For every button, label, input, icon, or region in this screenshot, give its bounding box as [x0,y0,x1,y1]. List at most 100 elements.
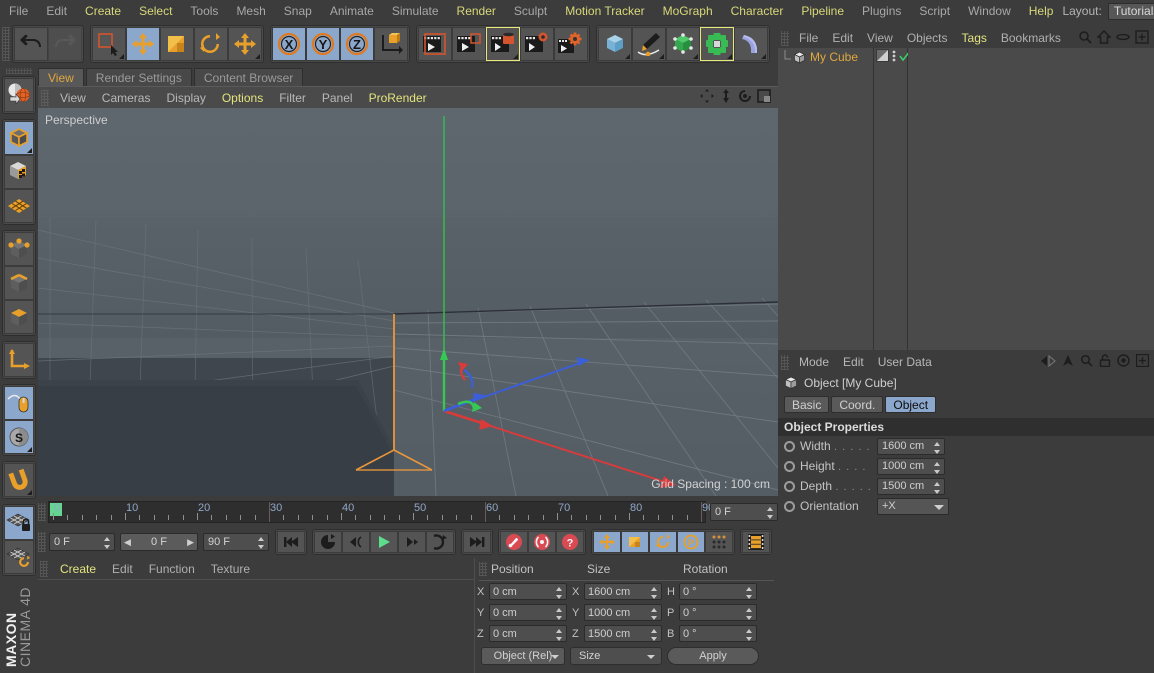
menu-mograph[interactable]: MoGraph [654,0,722,22]
size-field-x[interactable]: 1600 cm [584,583,662,600]
timeline-grip[interactable] [38,503,46,521]
menu-window[interactable]: Window [959,0,1020,22]
live-selection-button[interactable] [92,27,126,61]
play-loop-button[interactable] [314,531,342,553]
object-manager-menu-bookmarks[interactable]: Bookmarks [994,28,1068,48]
pen-spline-button[interactable] [632,27,666,61]
axis-modify-button[interactable] [4,343,34,377]
size-field-y[interactable]: 1000 cm [584,604,662,621]
apply-button[interactable]: Apply [667,647,759,665]
scale-tool-button[interactable] [160,27,194,61]
record-scale-button[interactable] [621,531,649,553]
ellipse-icon[interactable] [1116,30,1130,47]
world-coordinates-button[interactable] [374,27,408,61]
property-select-orientation[interactable]: +X [877,497,949,515]
attribute-manager-grip[interactable] [781,354,789,370]
viewport-menu-filter[interactable]: Filter [271,87,314,109]
rotate-camera-icon[interactable] [737,88,753,107]
workplane-button[interactable]: S [4,420,34,454]
lock-workplane-button[interactable] [4,506,34,540]
spinner-icon[interactable] [651,587,658,599]
menu-simulate[interactable]: Simulate [383,0,448,22]
menu-character[interactable]: Character [722,0,793,22]
point-mode-button[interactable] [4,232,34,266]
texture-tag-icon[interactable] [876,49,889,65]
attribute-menu-user-data[interactable]: User Data [871,352,939,372]
maximize-viewport-icon[interactable] [756,88,772,107]
viewport-tab-render-settings[interactable]: Render Settings [85,68,192,86]
menu-edit[interactable]: Edit [37,0,76,22]
attribute-tab-object[interactable]: Object [885,395,937,413]
edge-mode-button[interactable] [4,266,34,300]
menu-select[interactable]: Select [130,0,181,22]
menu-file[interactable]: File [0,0,37,22]
timeline-filmstrip-button[interactable] [742,531,770,553]
menu-help[interactable]: Help [1020,0,1063,22]
spinner-icon[interactable] [934,441,941,454]
lock-icon[interactable] [1099,354,1111,370]
play-button[interactable] [370,531,398,553]
property-field-width[interactable]: 1600 cm [877,437,945,455]
start-frame-field[interactable]: 0 F [49,533,115,551]
spinner-icon[interactable] [934,481,941,494]
position-field-x[interactable]: 0 cm [489,583,567,600]
attribute-tab-coord[interactable]: Coord. [831,395,884,413]
rotation-field-p[interactable]: 0 ° [679,604,757,621]
material-menu-texture[interactable]: Texture [203,558,258,580]
dolly-camera-icon[interactable] [718,88,734,107]
prev-range-right-icon[interactable]: ▶ [187,537,194,548]
dots-icon[interactable] [891,49,897,66]
spinner-icon[interactable] [746,629,753,641]
search-icon[interactable] [1080,354,1093,370]
menu-plugins[interactable]: Plugins [853,0,910,22]
current-frame-field[interactable]: 0 F [710,503,778,521]
toolbar-grip[interactable] [2,27,10,61]
nav-back-icon[interactable] [1040,354,1056,370]
render-queue-button[interactable] [520,27,554,61]
spinner-icon[interactable] [104,537,111,549]
home-icon[interactable] [1096,29,1112,47]
go-to-next-key-button[interactable] [426,531,454,553]
menu-sculpt[interactable]: Sculpt [505,0,556,22]
viewport-tab-view[interactable]: View [38,68,84,86]
object-tree[interactable]: My Cube [778,48,874,350]
object-manager-menu-tags[interactable]: Tags [955,28,994,48]
spinner-icon[interactable] [556,587,563,599]
viewport-menu-options[interactable]: Options [214,87,271,109]
viewport-tab-content-browser[interactable]: Content Browser [193,68,304,86]
z-axis-lock-button[interactable]: Z [340,27,374,61]
generator-button[interactable] [666,27,700,61]
prev-range-left-icon[interactable]: ◀ [124,537,131,548]
property-field-height[interactable]: 1000 cm [877,457,945,475]
x-axis-lock-button[interactable]: X [272,27,306,61]
viewport-solo-button[interactable] [4,386,34,420]
coordinates-grip[interactable] [479,562,487,576]
rotate-tool-button[interactable] [194,27,228,61]
menu-pipeline[interactable]: Pipeline [792,0,853,22]
menu-animate[interactable]: Animate [321,0,383,22]
menu-snap[interactable]: Snap [275,0,321,22]
record-pla-button[interactable]: P [677,531,705,553]
search-icon[interactable] [1078,30,1092,47]
property-field-depth[interactable]: 1500 cm [877,477,945,495]
attribute-menu-mode[interactable]: Mode [792,352,836,372]
texture-mode-button[interactable] [4,155,34,189]
position-field-z[interactable]: 0 cm [489,625,567,642]
y-axis-lock-button[interactable]: Y [306,27,340,61]
layout-select[interactable]: Tutorials (User) [1107,2,1154,20]
size-field-z[interactable]: 1500 cm [584,625,662,642]
undo-button[interactable] [14,27,48,61]
nav-up-icon[interactable] [1062,354,1074,370]
material-menu-create[interactable]: Create [52,558,104,580]
perspective-viewport[interactable]: Perspective Grid Spacing: 100 cm [38,108,778,496]
end-frame-field[interactable]: 90 F [203,533,269,551]
object-tags-column[interactable] [874,48,911,350]
left-toolbar-grip[interactable] [6,68,32,74]
viewport-menu-cameras[interactable]: Cameras [94,87,159,109]
coordinate-mode-select[interactable]: Object (Rel) [481,647,565,665]
spinner-icon[interactable] [746,587,753,599]
property-toggle-icon[interactable] [784,460,795,472]
record-keyframe-button[interactable] [500,531,528,553]
spinner-icon[interactable] [767,507,774,519]
deformer-button[interactable] [700,27,734,61]
